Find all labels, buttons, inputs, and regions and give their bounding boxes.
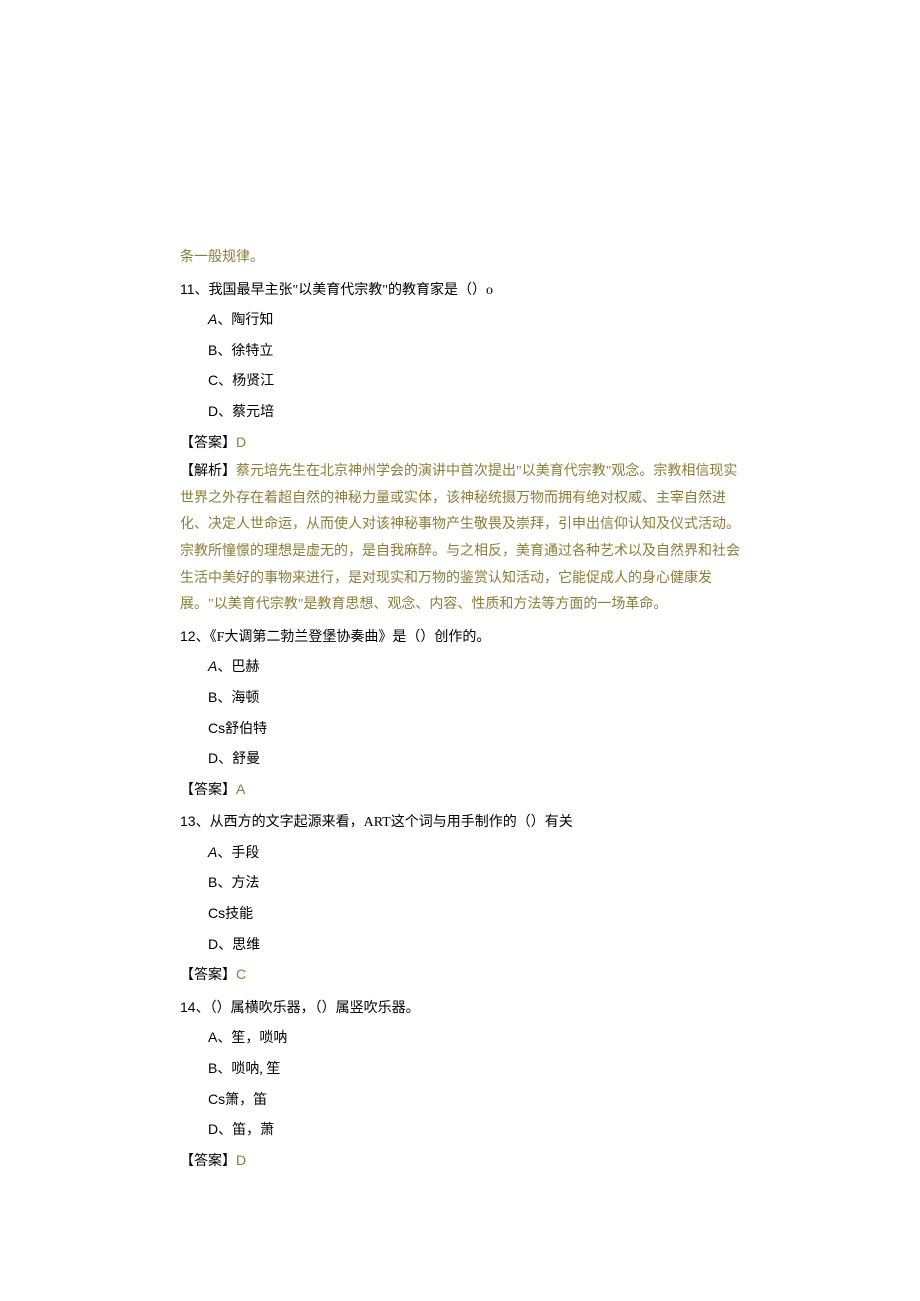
option-text: 杨贤江 (232, 374, 274, 389)
option-letter: B (208, 342, 217, 358)
question-14-num: 14、 (180, 999, 210, 1015)
option-sep: 、 (217, 660, 231, 675)
option-text: 舒曼 (232, 752, 260, 767)
option-letter: D (208, 936, 218, 952)
option-13-a: A、手段 (180, 839, 740, 868)
option-text: 箫，笛 (225, 1093, 267, 1108)
answer-value: D (236, 434, 246, 450)
answer-13: 【答案】C (180, 961, 740, 990)
option-13-b: B、方法 (180, 869, 740, 898)
option-14-b: B、唢呐, 笙 (180, 1055, 740, 1084)
answer-12: 【答案】A (180, 776, 740, 805)
option-sep: 、 (217, 691, 231, 706)
question-14: 14、（）属横吹乐器，（）属竖吹乐器。 (180, 994, 740, 1023)
answer-value: D (236, 1152, 246, 1168)
option-letter: D (208, 750, 218, 766)
option-text: 技能 (225, 907, 253, 922)
option-letter: B (208, 689, 217, 705)
intro-fragment: 条一般规律。 (180, 245, 740, 272)
option-letter: C (208, 372, 218, 388)
option-sep: 、 (218, 752, 232, 767)
option-sep: 、 (218, 938, 232, 953)
question-13-num: 13、 (180, 813, 210, 829)
option-14-c: Cs箫，笛 (180, 1086, 740, 1115)
option-text: 蔡元培 (232, 405, 274, 420)
question-13: 13、从西方的文字起源来看，ART这个词与用手制作的（）有关 (180, 808, 740, 837)
option-letter: A (208, 311, 217, 327)
option-text: 海顿 (231, 691, 259, 706)
question-12: 12、《F大调第二勃兰登堡协奏曲》是（）创作的。 (180, 623, 740, 652)
option-letter: D (208, 1121, 218, 1137)
option-letter: A (208, 658, 217, 674)
option-letter: Cs (208, 720, 225, 736)
option-letter: B (208, 874, 217, 890)
option-text: 手段 (231, 846, 259, 861)
option-text: 唢呐, 笙 (231, 1062, 280, 1077)
explanation-label: 【解析】 (180, 464, 236, 479)
option-letter: Cs (208, 1091, 225, 1107)
option-14-a: A、笙，唢呐 (180, 1024, 740, 1053)
question-11-text: 我国最早主张"以美育代宗教"的教育家是（）o (209, 283, 493, 298)
option-sep: 、 (218, 1123, 232, 1138)
option-sep: 、 (217, 313, 231, 328)
option-sep: 、 (217, 876, 231, 891)
option-12-a: A、巴赫 (180, 653, 740, 682)
option-sep: 、 (217, 344, 231, 359)
option-letter: A (208, 844, 217, 860)
option-letter: B (208, 1060, 217, 1076)
option-sep: 、 (217, 846, 231, 861)
option-12-b: B、海顿 (180, 684, 740, 713)
explanation-text: 蔡元培先生在北京神州学会的演讲中首次提出"以美育代宗教"观念。宗教相信现实世界之… (180, 464, 740, 612)
question-12-text: 《F大调第二勃兰登堡协奏曲》是（）创作的。 (210, 630, 491, 645)
option-text: 笙，唢呐 (231, 1031, 287, 1046)
option-sep: 、 (217, 1031, 231, 1046)
question-14-text: （）属横吹乐器，（）属竖吹乐器。 (210, 1001, 420, 1016)
question-11-num: 11、 (180, 281, 209, 297)
option-text: 陶行知 (231, 313, 273, 328)
question-13-text: 从西方的文字起源来看，ART这个词与用手制作的（）有关 (210, 815, 573, 830)
option-12-d: D、舒曼 (180, 745, 740, 774)
option-text: 巴赫 (231, 660, 259, 675)
option-13-d: D、思维 (180, 931, 740, 960)
option-11-c: C、杨贤江 (180, 367, 740, 396)
option-text: 思维 (232, 938, 260, 953)
explanation-11: 【解析】蔡元培先生在北京神州学会的演讲中首次提出"以美育代宗教"观念。宗教相信现… (180, 459, 740, 619)
option-text: 笛，萧 (232, 1123, 274, 1138)
answer-14: 【答案】D (180, 1147, 740, 1176)
answer-11: 【答案】D (180, 429, 740, 458)
option-13-c: Cs技能 (180, 900, 740, 929)
option-text: 方法 (231, 876, 259, 891)
option-text: 徐特立 (231, 344, 273, 359)
option-letter: D (208, 403, 218, 419)
option-11-b: B、徐特立 (180, 337, 740, 366)
answer-label: 【答案】 (180, 436, 236, 451)
option-sep: 、 (218, 405, 232, 420)
question-12-num: 12、 (180, 628, 210, 644)
question-11: 11、我国最早主张"以美育代宗教"的教育家是（）o (180, 276, 740, 305)
answer-label: 【答案】 (180, 783, 236, 798)
option-sep: 、 (217, 1062, 231, 1077)
option-letter: Cs (208, 905, 225, 921)
answer-label: 【答案】 (180, 1154, 236, 1169)
option-11-d: D、蔡元培 (180, 398, 740, 427)
option-11-a: A、陶行知 (180, 306, 740, 335)
option-12-c: Cs舒伯特 (180, 715, 740, 744)
answer-label: 【答案】 (180, 968, 236, 983)
option-sep: 、 (218, 374, 232, 389)
option-text: 舒伯特 (225, 722, 267, 737)
option-14-d: D、笛，萧 (180, 1116, 740, 1145)
answer-value: C (236, 966, 246, 982)
answer-value: A (236, 781, 245, 797)
option-letter: A (208, 1029, 217, 1045)
